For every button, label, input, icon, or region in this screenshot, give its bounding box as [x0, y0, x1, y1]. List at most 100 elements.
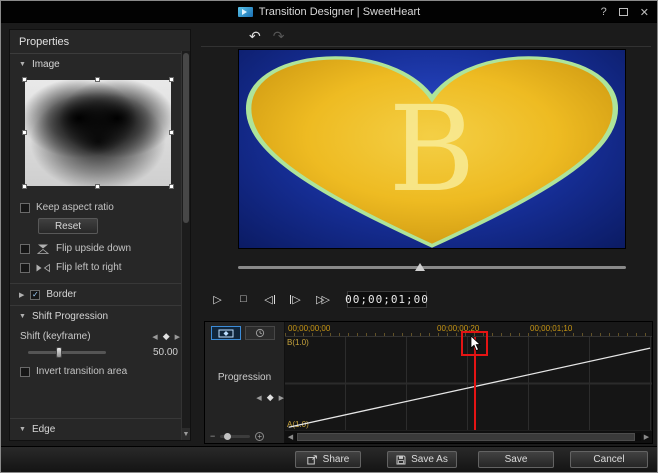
resize-handle[interactable] — [169, 77, 174, 82]
zoom-slider-thumb[interactable] — [224, 433, 231, 440]
close-icon[interactable]: ✕ — [640, 6, 649, 19]
reset-button[interactable]: Reset — [38, 218, 98, 234]
resize-handle[interactable] — [22, 77, 27, 82]
prev-keyframe-icon[interactable]: ◀ — [256, 394, 261, 402]
fast-forward-icon: ▷▷ — [316, 293, 327, 306]
step-back-icon: ◁ — [264, 293, 272, 306]
resize-handle[interactable] — [22, 184, 27, 189]
scroll-left-icon[interactable]: ◀ — [285, 433, 296, 441]
hscroll-thumb[interactable] — [297, 433, 635, 441]
share-button[interactable]: Share — [295, 451, 361, 468]
zoom-in-icon[interactable]: + — [255, 432, 264, 441]
scrubber-track[interactable] — [238, 266, 626, 269]
cancel-button[interactable]: Cancel — [570, 451, 648, 468]
share-icon — [307, 455, 318, 465]
resize-handle[interactable] — [22, 130, 27, 135]
timecode-display: 00;00;01;00 — [347, 291, 427, 308]
flip-vertical-icon — [36, 244, 50, 254]
keep-aspect-checkbox[interactable] — [20, 203, 30, 213]
progression-timeline: Progression ◀ ◆ ▶ − + 00;00;00;00 00;00;… — [204, 321, 653, 444]
step-forward-icon: ▷ — [292, 293, 300, 306]
next-frame-button[interactable]: ▷ — [285, 290, 306, 308]
redo-icon[interactable]: ↷ — [273, 28, 285, 45]
invert-transition-label: Invert transition area — [36, 366, 127, 377]
maximize-icon[interactable] — [619, 8, 628, 16]
add-keyframe-icon[interactable]: ◆ — [163, 331, 170, 342]
next-keyframe-icon[interactable]: ▶ — [175, 333, 180, 341]
section-edge[interactable]: ▼ Edge — [10, 418, 190, 440]
save-button[interactable]: Save — [478, 451, 554, 468]
flip-upside-down-checkbox[interactable] — [20, 244, 30, 254]
shift-section-label: Shift Progression — [32, 311, 108, 322]
border-section-label: Border — [46, 289, 76, 300]
section-border[interactable]: ▶ ✓ Border — [10, 283, 190, 305]
flip-left-right-checkbox[interactable] — [20, 263, 30, 273]
shift-value: 50.00 — [153, 347, 178, 358]
section-shift-progression[interactable]: ▼ Shift Progression — [10, 305, 190, 327]
stop-icon: □ — [240, 293, 247, 305]
timeline-hscrollbar[interactable]: ◀ ▶ — [285, 431, 652, 443]
hscroll-track[interactable] — [296, 433, 641, 441]
keyframe-mode-icon — [218, 329, 234, 338]
fast-forward-button[interactable]: ▷▷ — [311, 290, 332, 308]
play-button[interactable]: ▷ — [207, 290, 228, 308]
scrollbar-thumb[interactable] — [183, 53, 189, 223]
flip-left-right-label: Flip left to right — [56, 262, 122, 273]
shift-keyframe-row: Shift (keyframe) ◀ ◆ ▶ — [10, 327, 190, 344]
progression-label: Progression — [205, 372, 284, 383]
scrubber-marker[interactable] — [415, 263, 425, 271]
timeline-left-pane: Progression ◀ ◆ ▶ − + — [205, 322, 285, 443]
shift-slider[interactable] — [28, 351, 106, 354]
save-as-label: Save As — [411, 454, 448, 465]
window-title: Transition Designer | SweetHeart — [259, 6, 420, 18]
help-button[interactable]: ? — [601, 6, 607, 18]
shift-slider-thumb[interactable] — [56, 347, 62, 358]
flip-left-right-row: Flip left to right — [10, 258, 190, 277]
keep-aspect-label: Keep aspect ratio — [36, 202, 114, 213]
section-image[interactable]: ▼ Image — [10, 54, 190, 75]
properties-header: Properties — [10, 30, 190, 54]
footer-bar: Share Save As Save Cancel — [1, 446, 657, 472]
border-checkbox[interactable]: ✓ — [30, 290, 40, 300]
resize-handle[interactable] — [95, 184, 100, 189]
stop-button[interactable]: □ — [233, 290, 254, 308]
properties-panel: Properties ▼ Image Keep aspect ratio Res… — [9, 29, 191, 441]
properties-scrollbar[interactable]: ▼ — [181, 51, 190, 440]
prev-keyframe-icon[interactable]: ◀ — [152, 333, 157, 341]
app-icon — [238, 7, 253, 17]
transition-mask-preview[interactable] — [25, 80, 171, 186]
expand-icon: ▼ — [19, 426, 26, 433]
keyframe-mode-button[interactable] — [211, 326, 241, 340]
add-keyframe-icon[interactable]: ◆ — [267, 392, 274, 403]
next-keyframe-icon[interactable]: ▶ — [279, 394, 284, 402]
click-highlight-box — [461, 331, 488, 356]
save-as-button[interactable]: Save As — [387, 451, 457, 468]
timing-mode-button[interactable] — [245, 326, 275, 340]
invert-transition-checkbox[interactable] — [20, 367, 30, 377]
edge-section-label: Edge — [32, 424, 55, 435]
ruler-timestamp: 00;00;00;00 — [288, 324, 330, 333]
ruler-timestamp: 00;00;01;10 — [530, 324, 572, 333]
image-section-label: Image — [32, 59, 60, 70]
preview-scrubber[interactable] — [238, 262, 626, 272]
cancel-label: Cancel — [593, 454, 624, 465]
previous-frame-button[interactable]: ◁ — [259, 290, 280, 308]
zoom-out-icon[interactable]: − — [210, 432, 215, 441]
scroll-right-icon[interactable]: ▶ — [641, 433, 652, 441]
share-label: Share — [323, 454, 350, 465]
resize-handle[interactable] — [95, 77, 100, 82]
scroll-down-icon[interactable]: ▼ — [182, 428, 190, 440]
resize-handle[interactable] — [169, 184, 174, 189]
resize-handle[interactable] — [169, 130, 174, 135]
keep-aspect-row: Keep aspect ratio — [10, 198, 190, 217]
flip-horizontal-icon — [36, 263, 50, 273]
shift-keyframe-label: Shift (keyframe) — [20, 331, 91, 342]
playback-controls: ▷ □ ◁ ▷ ▷▷ 00;00;01;00 — [207, 290, 427, 308]
undo-icon[interactable]: ↶ — [249, 28, 261, 45]
expand-icon: ▼ — [19, 61, 26, 68]
toolbar-separator — [201, 46, 651, 47]
zoom-slider[interactable] — [220, 435, 250, 438]
titlebar: Transition Designer | SweetHeart ? ✕ — [1, 1, 657, 23]
transition-preview: B — [238, 49, 626, 249]
floppy-icon — [396, 455, 406, 465]
